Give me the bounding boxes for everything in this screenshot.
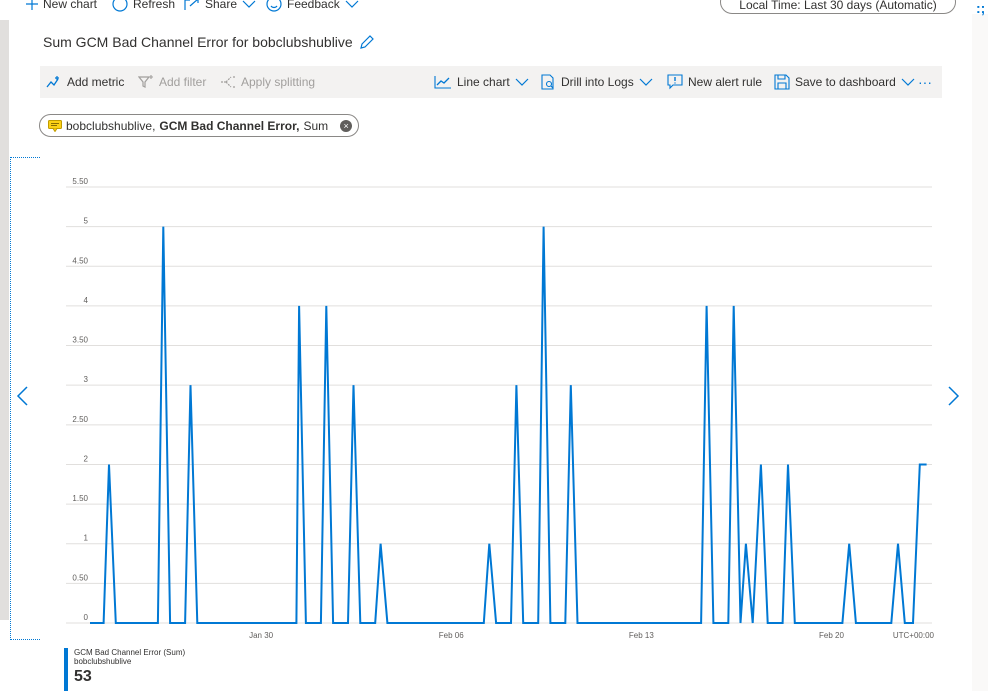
x-tick-label: Feb 06 <box>439 631 464 640</box>
y-tick-label: 0.50 <box>72 573 88 582</box>
y-tick-label: 4.50 <box>72 256 88 265</box>
x-tick-label: Feb 20 <box>819 631 844 640</box>
x-axis: Jan 30 Feb 06 Feb 13 Feb 20 UTC+00:00 <box>249 631 934 640</box>
y-tick-label: 2.50 <box>72 415 88 424</box>
y-tick-label: 5 <box>84 217 89 226</box>
y-tick-label: 3.50 <box>72 336 88 345</box>
metrics-explorer-page: New chart Refresh Share Feedback Local T… <box>0 0 988 691</box>
timezone-label: UTC+00:00 <box>893 631 935 640</box>
y-tick-label: 0 <box>84 613 89 622</box>
y-tick-label: 2 <box>84 454 89 463</box>
y-tick-label: 4 <box>84 296 89 305</box>
legend-resource: bobclubshublive <box>74 657 132 666</box>
y-tick-label: 1.50 <box>72 494 88 503</box>
x-tick-label: Jan 30 <box>249 631 274 640</box>
x-tick-label: Feb 13 <box>629 631 654 640</box>
line-chart[interactable]: 0 0.50 1 1.50 2 2.50 3 3.50 4 4.50 5 5.50 Jan 30 Feb… <box>0 0 988 691</box>
y-tick-label: 3 <box>84 375 89 384</box>
y-tick-label: 5.50 <box>72 177 88 186</box>
legend-series-label: GCM Bad Channel Error (Sum) <box>74 648 186 657</box>
y-axis: 0 0.50 1 1.50 2 2.50 3 3.50 4 4.50 5 5.50 <box>72 177 88 622</box>
y-tick-label: 1 <box>84 534 89 543</box>
chart-legend[interactable]: GCM Bad Channel Error (Sum) bobclubshubl… <box>64 648 185 691</box>
legend-total: 53 <box>74 668 92 685</box>
